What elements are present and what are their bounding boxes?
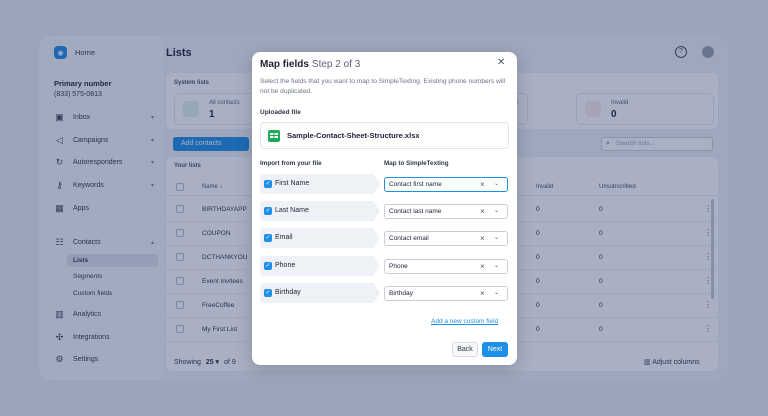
- source-field: ✓ Last Name: [260, 201, 373, 221]
- modal-title: Map fields Step 2 of 3: [260, 59, 360, 70]
- checkbox-checked[interactable]: ✓: [264, 180, 272, 188]
- clear-icon[interactable]: ×: [480, 205, 485, 218]
- source-field: ✓ Email: [260, 228, 373, 248]
- checkbox-checked[interactable]: ✓: [264, 262, 272, 270]
- arrow-shape: [373, 228, 380, 248]
- arrow-shape: [373, 283, 380, 303]
- mapping-row: ✓ Last Name Contact last name × ⌄: [260, 201, 509, 221]
- chevron-down-icon[interactable]: ⌄: [494, 287, 499, 300]
- target-field-select[interactable]: Contact email × ⌄: [384, 231, 508, 246]
- target-field-value: Contact last name: [389, 208, 442, 215]
- target-field-value: Birthday: [389, 290, 413, 297]
- mapping-row: ✓ Phone Phone × ⌄: [260, 256, 509, 276]
- source-field: ✓ Birthday: [260, 283, 373, 303]
- clear-icon[interactable]: ×: [480, 232, 485, 245]
- target-field-select[interactable]: Phone × ⌄: [384, 259, 508, 274]
- source-field-name: Birthday: [275, 289, 301, 296]
- chevron-down-icon[interactable]: ⌄: [494, 178, 499, 191]
- target-field-value: Contact first name: [389, 181, 442, 188]
- arrow-shape: [373, 201, 380, 221]
- uploaded-file: Sample-Contact-Sheet-Structure.xlsx: [260, 122, 509, 149]
- spreadsheet-icon: [268, 130, 280, 142]
- chevron-down-icon[interactable]: ⌄: [494, 232, 499, 245]
- map-column-header: Map to SimpleTexting: [384, 160, 449, 167]
- modal-step: Step 2 of 3: [311, 59, 361, 70]
- checkbox-checked[interactable]: ✓: [264, 289, 272, 297]
- file-name: Sample-Contact-Sheet-Structure.xlsx: [287, 131, 420, 140]
- modal-title-text: Map fields: [260, 59, 309, 70]
- clear-icon[interactable]: ×: [480, 260, 485, 273]
- close-icon[interactable]: ✕: [497, 57, 505, 68]
- clear-icon[interactable]: ×: [480, 178, 485, 191]
- next-button[interactable]: Next: [482, 342, 508, 357]
- add-custom-field-link[interactable]: Add a new custom field: [431, 318, 498, 325]
- uploaded-file-label: Uploaded file: [260, 109, 301, 116]
- source-field-name: First Name: [275, 180, 310, 187]
- source-field-name: Email: [275, 234, 293, 241]
- mapping-row: ✓ Birthday Birthday × ⌄: [260, 283, 509, 303]
- mapping-row: ✓ Email Contact email × ⌄: [260, 228, 509, 248]
- modal-description: Select the fields that you want to map t…: [260, 78, 506, 95]
- mapping-row: ✓ First Name Contact first name × ⌄: [260, 174, 509, 194]
- chevron-down-icon[interactable]: ⌄: [494, 205, 499, 218]
- import-column-header: Import from your file: [260, 160, 322, 167]
- source-field: ✓ Phone: [260, 256, 373, 276]
- target-field-select[interactable]: Contact first name × ⌄: [384, 177, 508, 192]
- back-button[interactable]: Back: [452, 342, 478, 357]
- target-field-value: Phone: [389, 263, 408, 270]
- arrow-shape: [373, 174, 380, 194]
- target-field-select[interactable]: Contact last name × ⌄: [384, 204, 508, 219]
- arrow-shape: [373, 256, 380, 276]
- source-field-name: Phone: [275, 262, 296, 269]
- checkbox-checked[interactable]: ✓: [264, 207, 272, 215]
- target-field-select[interactable]: Birthday × ⌄: [384, 286, 508, 301]
- chevron-down-icon[interactable]: ⌄: [494, 260, 499, 273]
- clear-icon[interactable]: ×: [480, 287, 485, 300]
- map-fields-modal: Map fields Step 2 of 3 ✕ Select the field…: [252, 52, 517, 365]
- target-field-value: Contact email: [389, 235, 429, 242]
- checkbox-checked[interactable]: ✓: [264, 234, 272, 242]
- source-field: ✓ First Name: [260, 174, 373, 194]
- source-field-name: Last Name: [275, 207, 309, 214]
